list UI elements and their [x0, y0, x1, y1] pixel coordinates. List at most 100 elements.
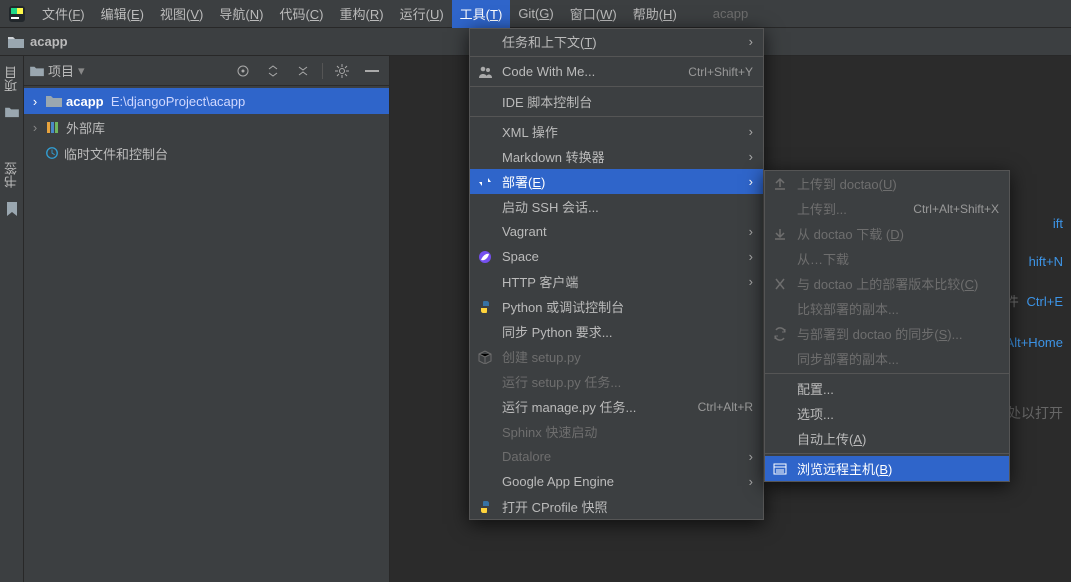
menu-edit[interactable]: 编辑(E)	[93, 0, 152, 28]
deploy-menu-item-5[interactable]: 比较部署的副本...	[765, 296, 1009, 321]
deploy-menu-item-4[interactable]: 与 doctao 上的部署版本比较(C)	[765, 271, 1009, 296]
bookmark-icon	[6, 202, 18, 216]
tools-menu-item-10[interactable]: Python 或调试控制台	[470, 294, 763, 319]
space-icon	[476, 250, 494, 264]
hide-icon[interactable]	[361, 60, 383, 82]
menu-code[interactable]: 代码(C)	[271, 0, 331, 28]
menu-refactor[interactable]: 重构(R)	[332, 0, 392, 28]
tools-menu-item-1[interactable]: Code With Me...Ctrl+Shift+Y	[470, 59, 763, 84]
download-icon	[771, 227, 789, 241]
deploy-menu-item-7[interactable]: 同步部署的副本...	[765, 346, 1009, 371]
menu-item-label: 打开 CProfile 快照	[502, 497, 753, 516]
tools-menu-item-6[interactable]: 启动 SSH 会话...	[470, 194, 763, 219]
deploy-menu-item-6[interactable]: 与部署到 doctao 的同步(S)...	[765, 321, 1009, 346]
tools-menu-item-18[interactable]: 打开 CProfile 快照	[470, 494, 763, 519]
menu-item-label: IDE 脚本控制台	[502, 92, 753, 111]
deploy-menu-item-3[interactable]: 从…下载	[765, 246, 1009, 271]
menu-item-label: Google App Engine	[502, 474, 735, 489]
tools-menu: 任务和上下文(T)› Code With Me...Ctrl+Shift+Y IDE…	[469, 28, 764, 520]
sync-icon	[771, 327, 789, 341]
package-icon	[476, 350, 494, 364]
settings-icon[interactable]	[331, 60, 353, 82]
deploy-menu-item-10[interactable]: 自动上传(A)	[765, 426, 1009, 451]
menu-git[interactable]: Git(G)	[510, 0, 561, 28]
submenu-arrow-icon: ›	[743, 149, 753, 164]
expand-all-icon[interactable]	[262, 60, 284, 82]
menu-item-label: Python 或调试控制台	[502, 297, 753, 316]
browse-icon	[771, 462, 789, 476]
tools-menu-item-7[interactable]: Vagrant›	[470, 219, 763, 244]
deploy-menu-item-2[interactable]: 从 doctao 下载 (D)	[765, 221, 1009, 246]
tools-menu-item-5[interactable]: 部署(E)›	[470, 169, 763, 194]
menu-file[interactable]: 文件(F)	[34, 0, 93, 28]
tree-external-libs[interactable]: › 外部库	[24, 114, 389, 140]
folder-sm-icon	[30, 65, 44, 77]
deploy-menu-item-8[interactable]: 配置...	[765, 376, 1009, 401]
breadcrumb[interactable]: acapp	[8, 34, 68, 49]
menu-item-label: XML 操作	[502, 122, 735, 141]
tools-menu-item-17[interactable]: Google App Engine›	[470, 469, 763, 494]
tools-menu-item-4[interactable]: Markdown 转换器›	[470, 144, 763, 169]
tools-menu-item-8[interactable]: Space ›	[470, 244, 763, 269]
tree-scratches[interactable]: 临时文件和控制台	[24, 140, 389, 166]
folder-small-icon	[5, 106, 19, 118]
menu-view[interactable]: 视图(V)	[152, 0, 211, 28]
menubar: 文件(F) 编辑(E) 视图(V) 导航(N) 代码(C) 重构(R) 运行(U…	[0, 0, 1071, 28]
tools-menu-item-15[interactable]: Sphinx 快速启动	[470, 419, 763, 444]
deploy-menu-item-1[interactable]: 上传到...Ctrl+Alt+Shift+X	[765, 196, 1009, 221]
menu-item-label: 创建 setup.py	[502, 347, 753, 366]
menu-item-label: 部署(E)	[502, 172, 735, 191]
app-logo	[8, 5, 26, 23]
submenu-arrow-icon: ›	[743, 124, 753, 139]
menu-item-label: 上传到 doctao(U)	[797, 174, 999, 193]
tools-menu-item-3[interactable]: XML 操作 ›	[470, 119, 763, 144]
menu-help[interactable]: 帮助(H)	[625, 0, 685, 28]
breadcrumb-text: acapp	[30, 34, 68, 49]
deploy-menu-item-11[interactable]: 浏览远程主机(B)	[765, 456, 1009, 481]
submenu-arrow-icon: ›	[743, 249, 753, 264]
sidetab-project[interactable]: 项目	[2, 66, 21, 92]
tools-menu-item-16[interactable]: Datalore›	[470, 444, 763, 469]
tree-root[interactable]: › acapp E:\djangoProject\acapp	[24, 88, 389, 114]
tools-menu-item-14[interactable]: 运行 manage.py 任务...Ctrl+Alt+R	[470, 394, 763, 419]
menu-item-label: 启动 SSH 会话...	[502, 197, 753, 216]
deploy-menu-item-9[interactable]: 选项...	[765, 401, 1009, 426]
ext-lib-icon	[46, 120, 62, 134]
menu-item-label: 运行 manage.py 任务...	[502, 397, 690, 416]
submenu-arrow-icon: ›	[743, 224, 753, 239]
shortcut-text: Ctrl+Alt+Shift+X	[913, 202, 999, 216]
menu-tools[interactable]: 工具(T)	[452, 0, 511, 28]
tools-menu-item-12[interactable]: 创建 setup.py	[470, 344, 763, 369]
tools-menu-item-13[interactable]: 运行 setup.py 任务...	[470, 369, 763, 394]
menu-item-label: 与部署到 doctao 的同步(S)...	[797, 324, 999, 343]
project-tree: › acapp E:\djangoProject\acapp › 外部库 临时文…	[24, 86, 389, 168]
submenu-arrow-icon: ›	[743, 274, 753, 289]
collapse-all-icon[interactable]	[292, 60, 314, 82]
upload-icon	[771, 177, 789, 191]
menu-item-label: Space	[502, 249, 735, 264]
tools-menu-item-0[interactable]: 任务和上下文(T)›	[470, 29, 763, 54]
locate-icon[interactable]	[232, 60, 254, 82]
deploy-submenu: 上传到 doctao(U) 上传到...Ctrl+Alt+Shift+X从 doc…	[764, 170, 1010, 482]
sidetab-bookmarks[interactable]: 书签	[2, 162, 21, 188]
deploy-menu-item-0[interactable]: 上传到 doctao(U)	[765, 171, 1009, 196]
project-panel: 项目 ▾ › acapp E:\djangoProject\acapp › 外部…	[24, 56, 390, 582]
tools-menu-item-9[interactable]: HTTP 客户端›	[470, 269, 763, 294]
tools-menu-item-11[interactable]: 同步 Python 要求...	[470, 319, 763, 344]
menu-item-label: 配置...	[797, 379, 999, 398]
project-title[interactable]: 项目 ▾	[30, 61, 85, 80]
menu-separator	[470, 116, 763, 117]
tools-menu-item-2[interactable]: IDE 脚本控制台	[470, 89, 763, 114]
menu-item-label: 浏览远程主机(B)	[797, 459, 999, 478]
menu-run[interactable]: 运行(U)	[392, 0, 452, 28]
menu-item-label: Sphinx 快速启动	[502, 422, 753, 441]
menu-item-label: 与 doctao 上的部署版本比较(C)	[797, 274, 999, 293]
menu-navigate[interactable]: 导航(N)	[211, 0, 271, 28]
menu-item-label: 选项...	[797, 404, 999, 423]
shortcut-text: Ctrl+Shift+Y	[688, 65, 753, 79]
menu-item-label: 自动上传(A)	[797, 429, 999, 448]
window-title: acapp	[705, 0, 756, 28]
menu-window[interactable]: 窗口(W)	[562, 0, 625, 28]
menu-item-label: 比较部署的副本...	[797, 299, 999, 318]
menu-item-label: 从…下载	[797, 249, 999, 268]
